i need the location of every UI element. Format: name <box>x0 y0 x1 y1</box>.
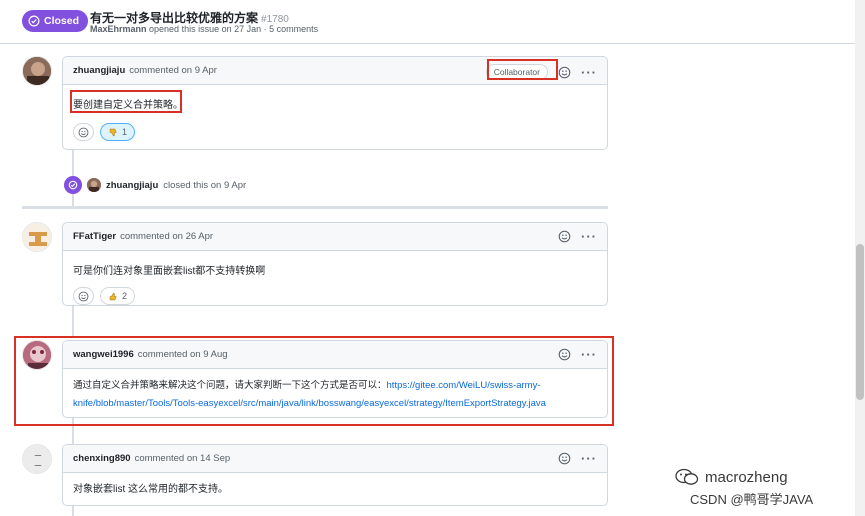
reactions-bar: 2 <box>63 281 607 305</box>
event-text: closed this on 9 Apr <box>163 179 247 191</box>
issue-header: Closed 有无一对多导出比较优雅的方案 #1780 MaxEhrmann op… <box>0 0 865 44</box>
comment-header: chenxing890 commented on 14 Sep ··· <box>63 445 607 473</box>
scrollbar-thumb[interactable] <box>856 244 864 400</box>
add-reaction-button[interactable] <box>73 287 94 305</box>
issue-opener-link[interactable]: MaxEhrmann <box>90 24 147 34</box>
check-circle-icon <box>68 180 78 190</box>
svg-text:一: 一 <box>35 452 42 460</box>
comment-header: FFatTiger commented on 26 Apr ··· <box>63 223 607 251</box>
reactions-bar: 1 <box>63 115 607 141</box>
comment-body: 可是你们连对象里面嵌套list都不支持转换啊 <box>73 266 266 277</box>
more-options-icon[interactable]: ··· <box>581 230 597 243</box>
watermark-line1: macrozheng <box>705 468 788 486</box>
timeline-divider <box>22 206 608 209</box>
closed-event-icon <box>64 176 82 194</box>
more-options-icon[interactable]: ··· <box>581 66 597 79</box>
svg-text:一: 一 <box>35 462 42 470</box>
smiley-icon[interactable] <box>558 66 571 79</box>
avatar[interactable] <box>22 222 52 252</box>
comment-card: chenxing890 commented on 14 Sep ··· 对象嵌套… <box>62 444 608 506</box>
thumbs-down-icon <box>109 128 117 136</box>
reaction-count: 2 <box>122 291 128 301</box>
smiley-icon[interactable] <box>558 230 571 243</box>
comment-author-link[interactable]: FFatTiger <box>73 231 116 242</box>
comment-timestamp[interactable]: commented on 26 Apr <box>120 231 213 242</box>
avatar[interactable] <box>87 178 101 192</box>
reaction-count: 1 <box>122 127 128 137</box>
thumbs-up-icon <box>109 292 117 300</box>
wechat-icon <box>675 468 699 485</box>
status-label: Closed <box>44 15 80 27</box>
smiley-icon <box>78 127 89 137</box>
comment-body: 对象嵌套list 这么常用的都不支持。 <box>73 484 228 495</box>
comment-author-link[interactable]: zhuangjiaju <box>73 65 125 76</box>
add-reaction-button[interactable] <box>73 123 94 141</box>
avatar[interactable] <box>22 56 52 86</box>
issue-meta: MaxEhrmann opened this issue on 27 Jan ·… <box>90 24 318 34</box>
comment-card: FFatTiger commented on 26 Apr ··· 可是你们连对… <box>62 222 608 306</box>
issue-meta-text: opened this issue on 27 Jan · 5 comments <box>149 24 319 34</box>
watermark: macrozheng <box>675 468 788 486</box>
highlight-box <box>487 59 558 80</box>
page-scrollbar[interactable] <box>855 0 865 516</box>
check-circle-icon <box>28 15 40 27</box>
event-author-link[interactable]: zhuangjiaju <box>106 180 158 191</box>
smiley-icon[interactable] <box>558 452 571 465</box>
comment-timestamp[interactable]: commented on 9 Apr <box>129 65 217 76</box>
reaction-thumbs-up-button[interactable]: 2 <box>100 287 136 305</box>
more-options-icon[interactable]: ··· <box>581 452 597 465</box>
highlight-box <box>14 336 614 426</box>
comment-author-link[interactable]: chenxing890 <box>73 453 131 464</box>
reaction-thumbs-down-button[interactable]: 1 <box>100 123 136 141</box>
comment-timestamp[interactable]: commented on 14 Sep <box>135 453 231 464</box>
issue-title-text: 有无一对多导出比较优雅的方案 <box>90 11 259 25</box>
avatar[interactable]: 一一 <box>22 444 52 474</box>
smiley-icon <box>78 291 89 301</box>
closed-event: zhuangjiaju closed this on 9 Apr <box>64 175 246 195</box>
timeline-line <box>72 506 74 516</box>
watermark-line2: CSDN @鸭哥学JAVA <box>690 492 814 507</box>
highlight-box <box>70 90 182 113</box>
timeline-line <box>72 306 74 336</box>
status-badge: Closed <box>22 10 89 32</box>
